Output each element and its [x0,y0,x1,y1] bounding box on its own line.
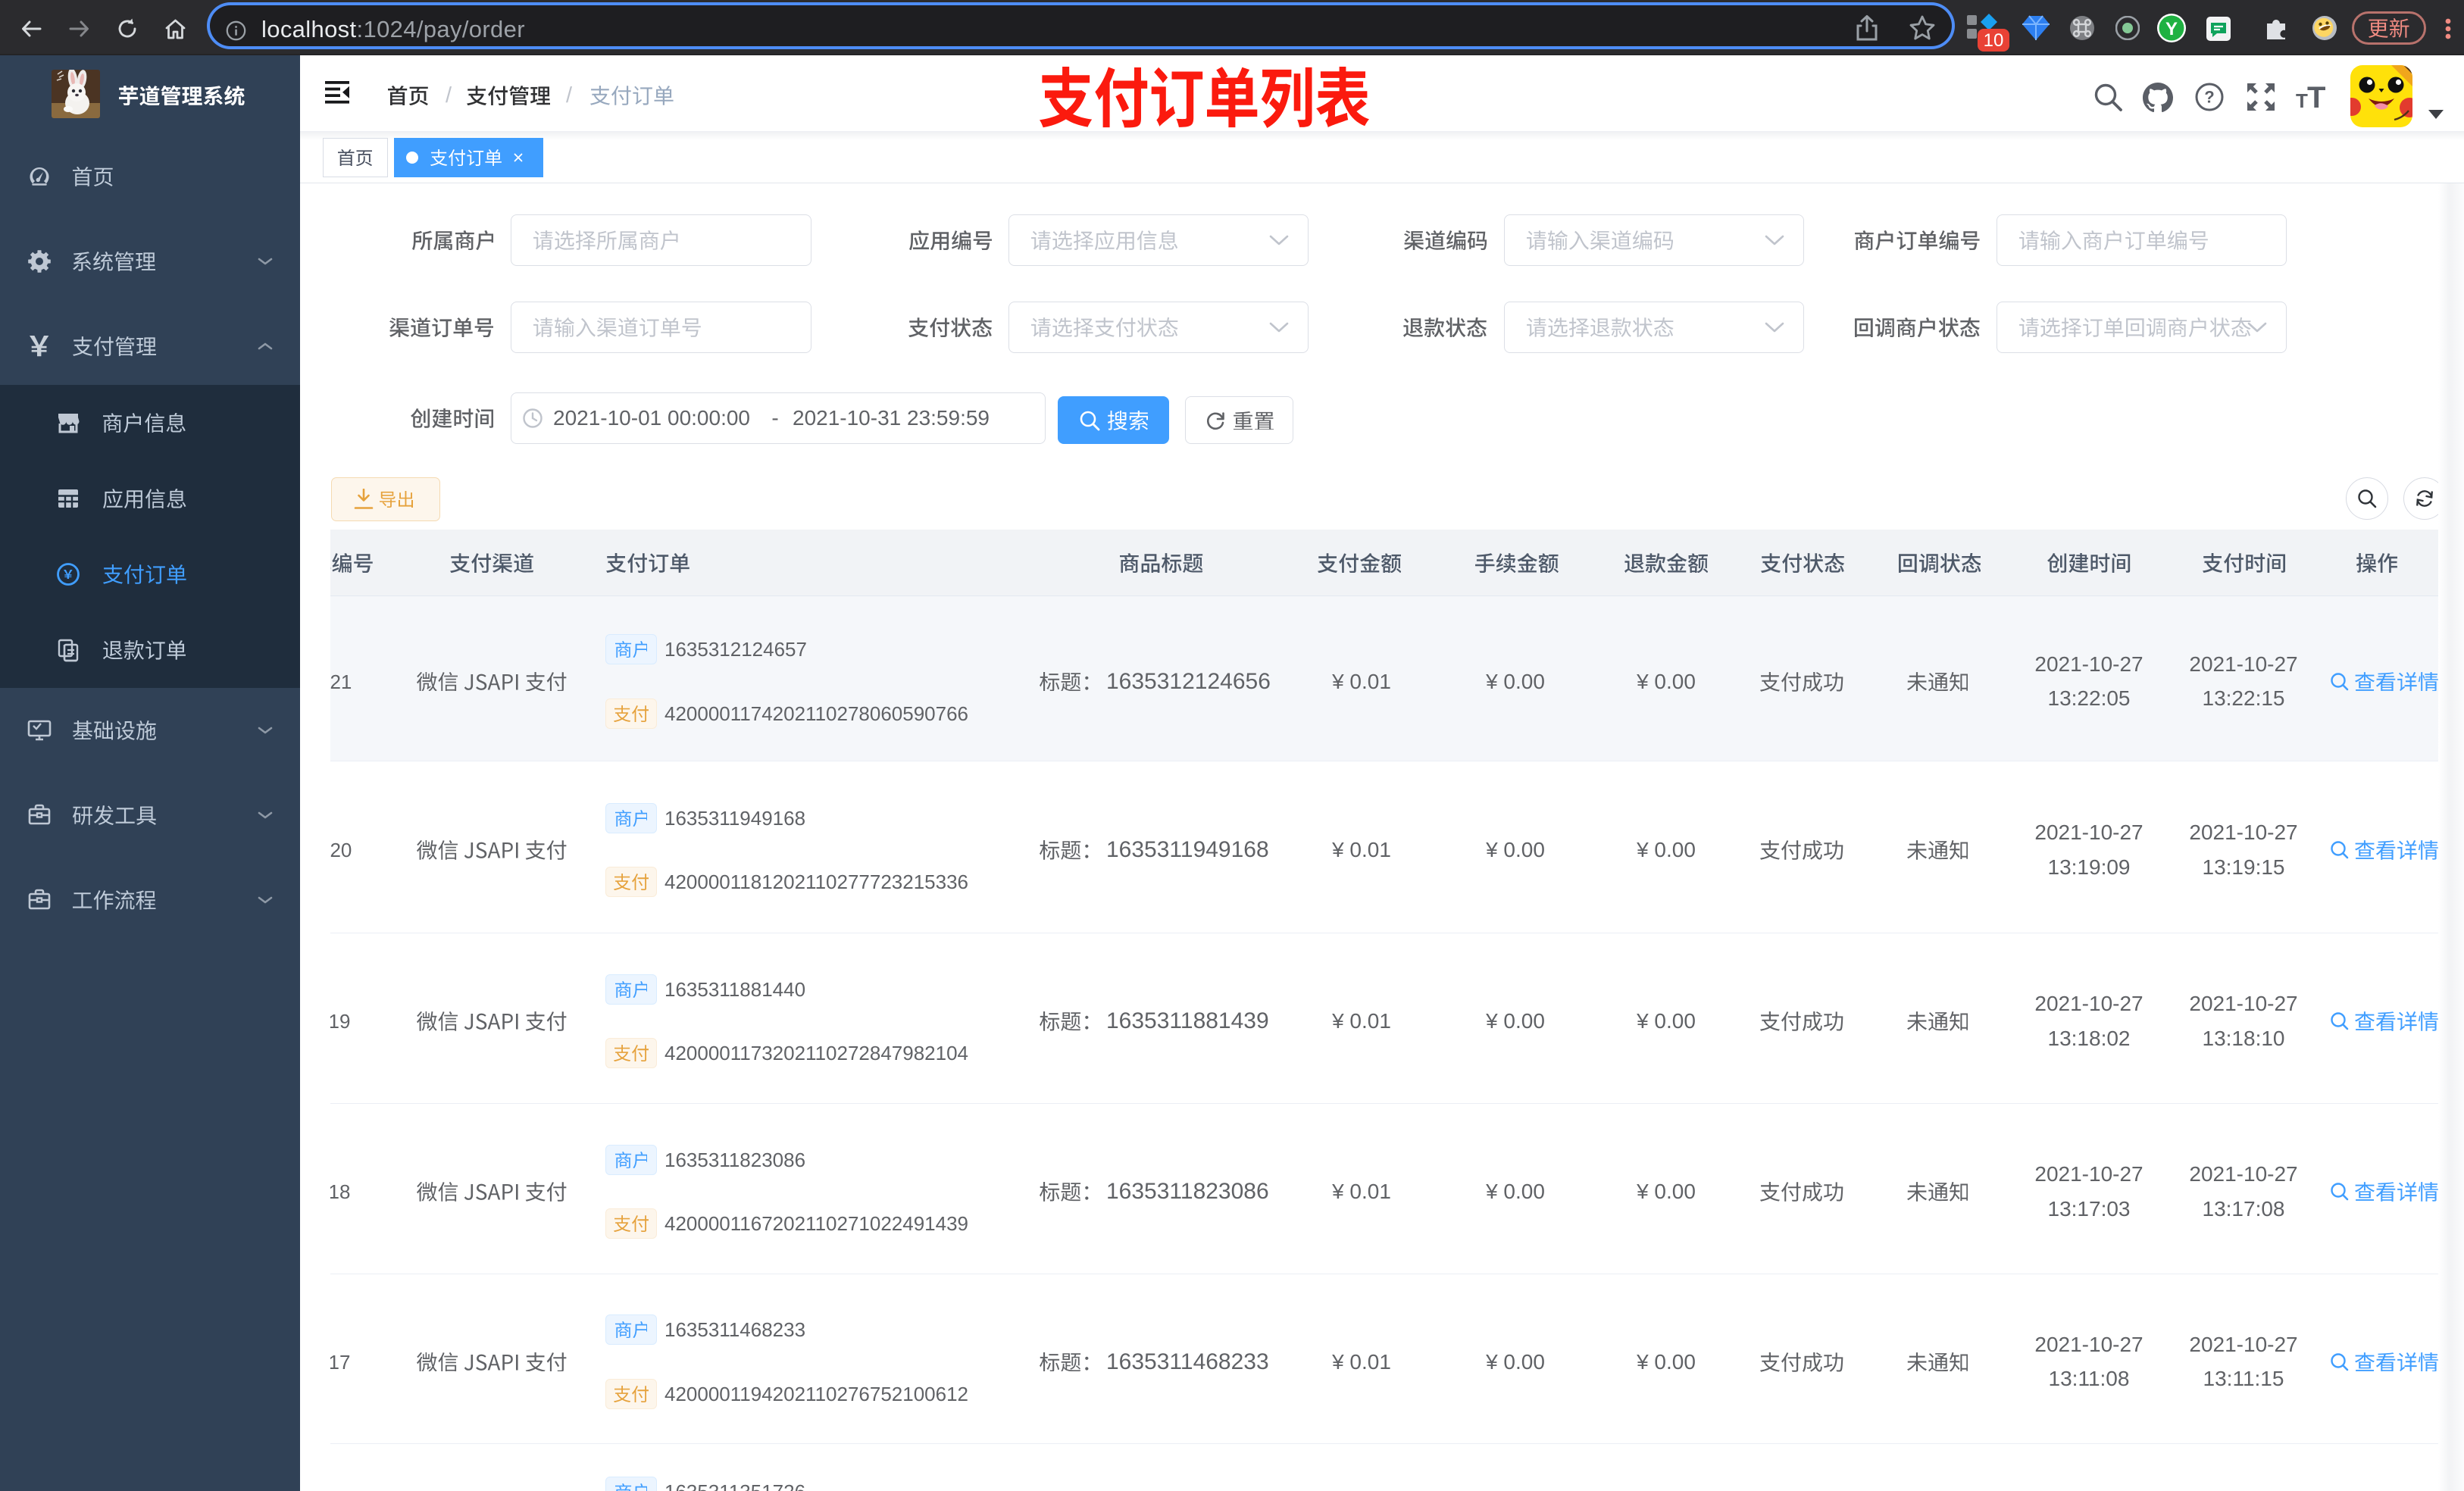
svg-text:T: T [2307,82,2325,112]
svg-text:?: ? [2204,88,2214,107]
svg-text:Y: Y [2165,19,2178,39]
svg-text:T: T [2296,89,2308,112]
svg-text:10: 10 [1984,30,2004,51]
